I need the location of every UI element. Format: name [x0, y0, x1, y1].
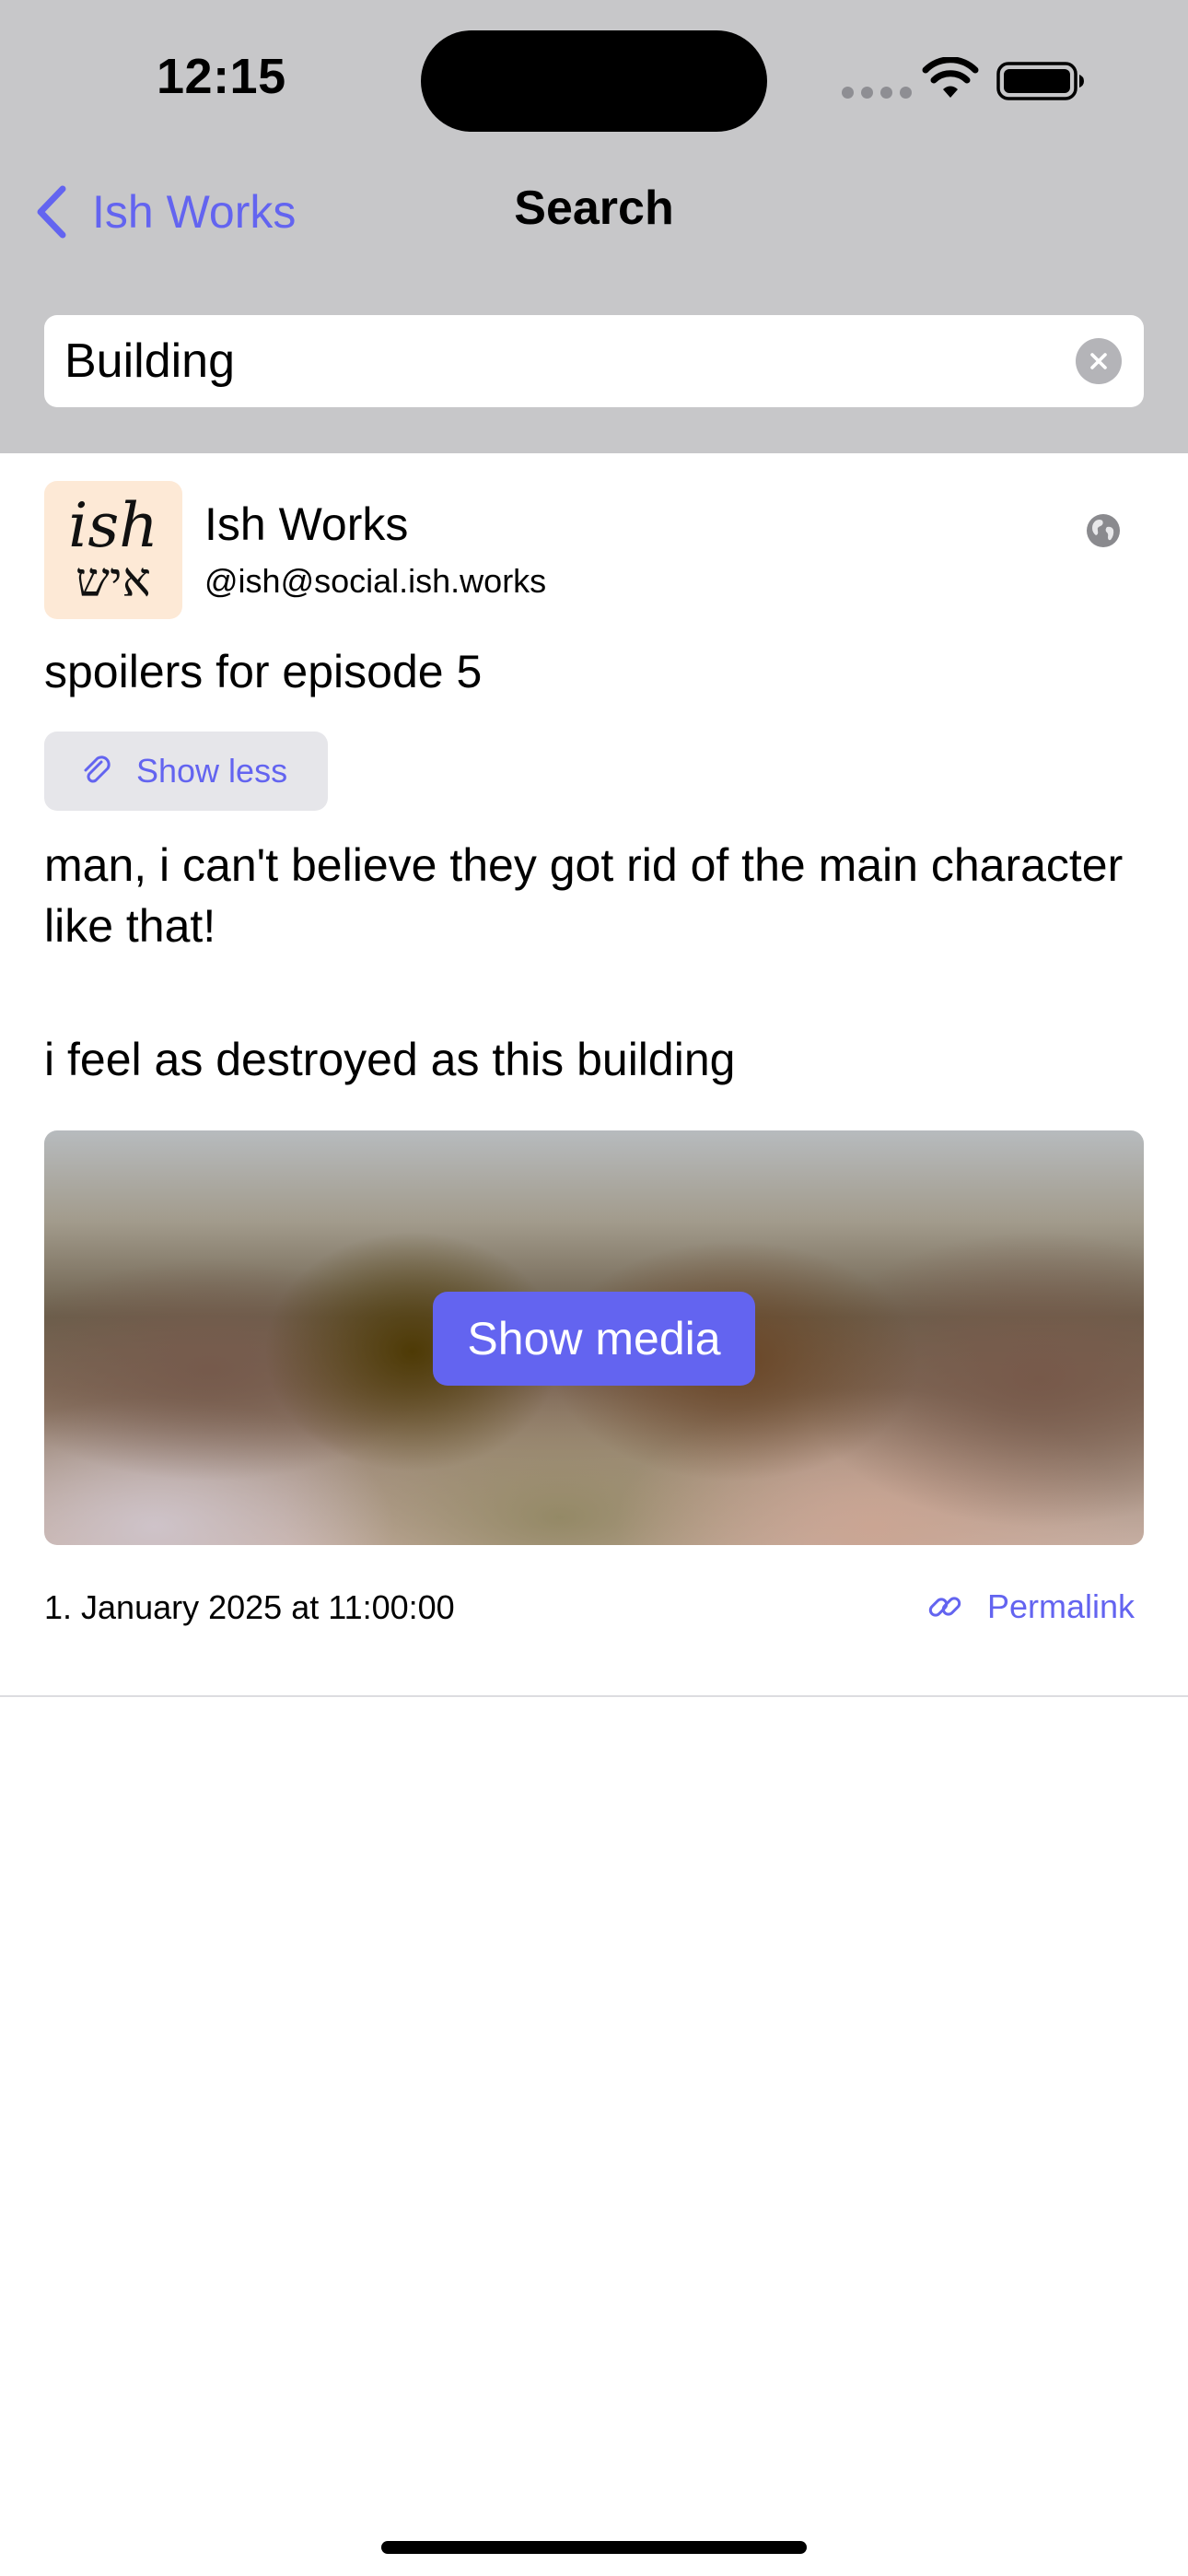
cellular-signal-icon: [842, 87, 912, 99]
permalink-label: Permalink: [987, 1587, 1136, 1625]
search-input[interactable]: [44, 315, 1076, 407]
page-title: Search: [514, 181, 674, 235]
divider: [0, 1695, 1188, 1697]
dynamic-island: [421, 30, 767, 132]
post-timestamp: 1. January 2025 at 11:00:00: [44, 1588, 455, 1626]
post-body-paragraph: i feel as destroyed as this building: [44, 1034, 736, 1085]
link-icon: [928, 1597, 961, 1617]
show-less-label: Show less: [136, 752, 288, 790]
home-indicator[interactable]: [381, 2541, 807, 2554]
author-display-name[interactable]: Ish Works: [204, 498, 408, 551]
avatar[interactable]: ish איש: [44, 481, 182, 619]
clear-search-button[interactable]: [1076, 338, 1122, 384]
content-warning-text: spoilers for episode 5: [44, 646, 483, 697]
permalink-link[interactable]: Permalink: [926, 1583, 1135, 1631]
paperclip-icon: [84, 755, 111, 783]
show-less-button[interactable]: Show less: [44, 732, 328, 811]
search-field: [44, 315, 1144, 407]
screen: 12:15 Ish Works Search Building ish איש …: [0, 0, 1188, 2576]
post-body: man, i can't believe they got rid of the…: [44, 835, 1144, 1163]
avatar-text-hebrew: איש: [76, 553, 151, 608]
status-time: 12:15: [157, 49, 286, 104]
battery-icon: [996, 62, 1084, 100]
avatar-text-latin: ish: [68, 490, 158, 561]
author-handle: @ish@social.ish.works: [204, 562, 547, 600]
wifi-icon: [922, 57, 979, 98]
globe-icon: [1087, 514, 1120, 547]
show-media-button[interactable]: Show media: [433, 1292, 755, 1386]
post-body-paragraph: man, i can't believe they got rid of the…: [44, 839, 1124, 952]
close-icon: [1090, 353, 1107, 369]
show-media-label: Show media: [467, 1313, 721, 1364]
header-area: 12:15 Ish Works Search: [0, 0, 1188, 453]
